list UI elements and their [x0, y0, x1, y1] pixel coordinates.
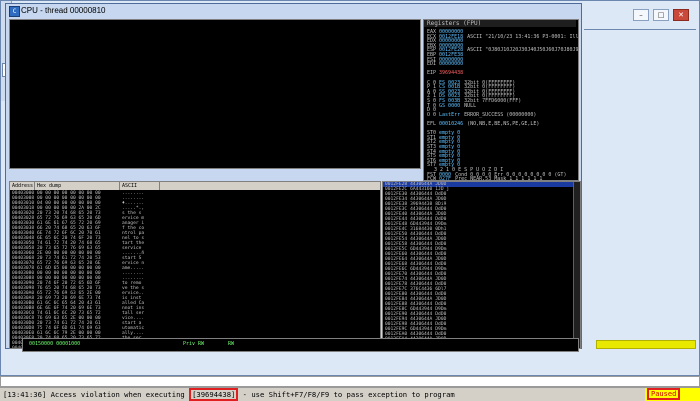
register-comment: ASCII "21/10/23 13:41:36 P3-0001: Illega…: [467, 33, 579, 40]
command-bar: [0, 376, 700, 387]
register-value: 00010246: [439, 121, 464, 127]
status-bar: [13:41:36] Access violation when executi…: [0, 387, 700, 401]
paused-indicator: Paused: [645, 388, 700, 401]
paused-label: Paused: [647, 388, 681, 400]
status-prefix: [13:41:36] Access violation when executi…: [3, 390, 190, 399]
dump-header-hex[interactable]: Hex dump: [35, 182, 120, 190]
divider: [584, 29, 696, 30]
cpu-window: C CPU - thread 00000810 Registers (FPU) …: [5, 3, 582, 349]
register-comment: ERROR_SUCCESS (00000000): [464, 111, 537, 118]
status-address: [39694438]: [189, 388, 239, 401]
memory-map-type: Priv RW: [183, 341, 205, 347]
cpu-window-icon: C: [9, 6, 20, 17]
status-message: [13:41:36] Access violation when executi…: [3, 388, 455, 401]
stack-pane[interactable]: 0012FE28 4430644A JD0D 0012FE2C 6A443160 1JD …: [382, 181, 581, 349]
cpu-window-titlebar[interactable]: C CPU - thread 00000810: [6, 4, 581, 18]
register-comment: NULL: [464, 102, 477, 109]
memory-map-strip: 00150000 00001000 Priv RW RW: [22, 338, 579, 352]
dump-pane[interactable]: Address Hex dump ASCII 00403000 00 00 00 …: [9, 181, 381, 349]
maximize-button[interactable]: □: [653, 9, 669, 21]
register-row[interactable]: O 0 LastErr ERROR_SUCCESS (00000000): [427, 112, 536, 118]
memory-map-access: RW: [228, 341, 235, 347]
registers-header: Registers (FPU): [424, 20, 576, 27]
register-value: 39694438: [439, 70, 464, 77]
main-window-controls: – □ ✕: [633, 9, 693, 21]
disassembly-pane[interactable]: [9, 19, 421, 169]
registers-pane[interactable]: Registers (FPU) EAX 00000000 ECX 0012FE18 AS…: [423, 19, 579, 181]
status-suffix: - use Shift+F7/F8/F9 to pass exception t…: [238, 390, 455, 399]
register-row[interactable]: EFL 00010246 (NO,NB,E,BE,NS,PE,GE,LE): [427, 121, 539, 127]
register-comment: (NO,NB,E,BE,NS,PE,GE,LE): [467, 121, 540, 127]
minimize-button[interactable]: –: [633, 9, 649, 21]
stack-scrollbar[interactable]: [573, 182, 580, 348]
register-value: LastErr: [439, 111, 461, 118]
status-indicator-strip: [596, 340, 696, 349]
memory-map-address: 00150000 00001000: [29, 341, 81, 347]
register-value: 00000000: [439, 61, 464, 68]
command-input[interactable]: [3, 378, 683, 385]
dump-header: Address Hex dump ASCII: [10, 182, 380, 190]
cpu-window-title: CPU - thread 00000810: [21, 6, 106, 15]
close-button[interactable]: ✕: [673, 9, 689, 21]
register-comment: ASCII "0J80J10J20J30J40J50J60J70J80J90K0…: [467, 47, 579, 54]
dump-header-ascii[interactable]: ASCII: [120, 182, 160, 190]
dump-header-address[interactable]: Address: [10, 182, 35, 190]
